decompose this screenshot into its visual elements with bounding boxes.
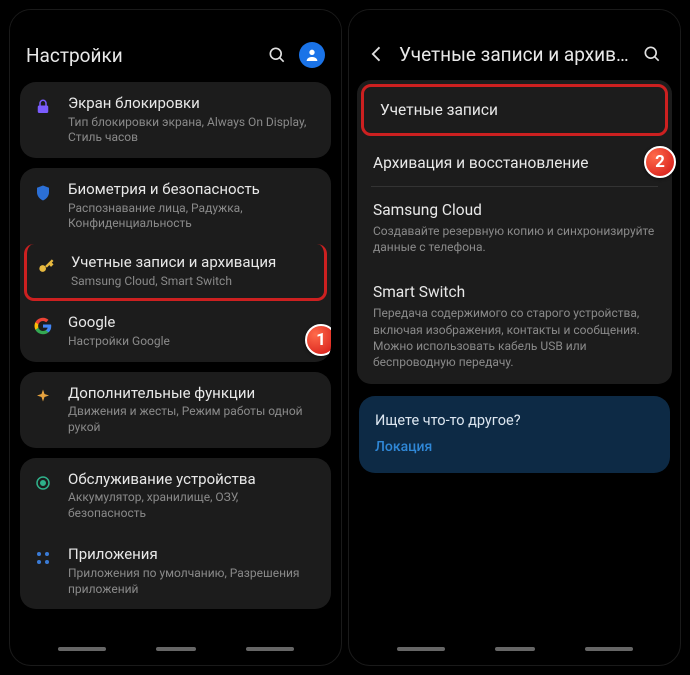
settings-group: Дополнительные функции Движения и жесты,… <box>20 372 331 448</box>
row-title: Учетные записи и архивация <box>71 253 314 272</box>
settings-row-biometrics[interactable]: Биометрия и безопасность Распознавание л… <box>20 168 331 244</box>
item-subtitle: Создавайте резервную копию и синхронизир… <box>373 223 656 255</box>
item-title: Samsung Cloud <box>373 201 656 219</box>
settings-row-apps[interactable]: Приложения Приложения по умолчанию, Разр… <box>20 533 331 609</box>
row-title: Экран блокировки <box>68 94 317 113</box>
shield-icon <box>32 182 54 204</box>
settings-list[interactable]: Экран блокировки Тип блокировки экрана, … <box>10 82 341 637</box>
row-subtitle: Тип блокировки экрана, Always On Display… <box>68 115 317 146</box>
promo-link-location[interactable]: Локация <box>375 439 654 455</box>
apps-icon <box>32 547 54 569</box>
settings-row-advanced[interactable]: Дополнительные функции Движения и жесты,… <box>20 372 331 448</box>
list-item-accounts[interactable]: Учетные записи <box>361 84 668 136</box>
accounts-list: Учетные записи Архивация и восстановлени… <box>349 80 680 473</box>
step-badge-1: 1 <box>305 324 331 356</box>
android-navbar[interactable] <box>349 637 680 665</box>
settings-row-devicecare[interactable]: Обслуживание устройства Аккумулятор, хра… <box>20 458 331 534</box>
care-icon <box>32 472 54 494</box>
row-subtitle: Движения и жесты, Режим работы одной рук… <box>68 404 317 435</box>
promo-question: Ищете что-то другое? <box>375 412 654 429</box>
status-bar <box>10 10 341 30</box>
row-title: Дополнительные функции <box>68 384 317 403</box>
list-item-backup[interactable]: Архивация и восстановление <box>357 140 672 186</box>
status-bar <box>349 10 680 30</box>
sparkle-icon <box>32 386 54 408</box>
app-bar: Учетные записи и архивац… <box>349 30 680 80</box>
list-item-samsung-cloud[interactable]: Samsung Cloud Создавайте резервную копию… <box>357 187 672 269</box>
google-icon <box>32 315 54 337</box>
back-icon[interactable] <box>365 42 389 66</box>
row-title: Обслуживание устройства <box>68 470 317 489</box>
page-title: Настройки <box>26 44 255 67</box>
settings-group: Биометрия и безопасность Распознавание л… <box>20 168 331 362</box>
settings-group: Обслуживание устройства Аккумулятор, хра… <box>20 458 331 610</box>
item-title: Smart Switch <box>373 283 656 301</box>
phone-left: Настройки Экран блокировки Тип блокировк… <box>9 9 342 666</box>
app-bar: Настройки <box>10 30 341 82</box>
phone-right: Учетные записи и архивац… Учетные записи… <box>348 9 681 666</box>
row-title: Google <box>68 313 317 332</box>
settings-group: Экран блокировки Тип блокировки экрана, … <box>20 82 331 158</box>
step-badge-2: 2 <box>644 146 676 178</box>
list-item-smart-switch[interactable]: Smart Switch Передача содержимого со ста… <box>357 269 672 384</box>
promo-card: Ищете что-то другое? Локация <box>359 396 670 473</box>
row-subtitle: Приложения по умолчанию, Разрешения прил… <box>68 566 317 597</box>
row-title: Биометрия и безопасность <box>68 180 317 199</box>
settings-row-accounts[interactable]: Учетные записи и архивация Samsung Cloud… <box>24 244 327 301</box>
dual-screenshot: Настройки Экран блокировки Тип блокировк… <box>0 0 690 675</box>
row-subtitle: Samsung Cloud, Smart Switch <box>71 274 314 290</box>
page-title: Учетные записи и архивац… <box>399 43 630 66</box>
item-title: Архивация и восстановление <box>373 154 628 172</box>
lock-icon <box>32 96 54 118</box>
settings-row-lockscreen[interactable]: Экран блокировки Тип блокировки экрана, … <box>20 82 331 158</box>
settings-row-google[interactable]: Google Настройки Google <box>20 301 331 361</box>
row-subtitle: Настройки Google <box>68 334 317 350</box>
search-icon[interactable] <box>640 42 664 66</box>
key-icon <box>35 255 57 277</box>
android-navbar[interactable] <box>10 637 341 665</box>
item-title: Учетные записи <box>380 101 649 119</box>
row-subtitle: Аккумулятор, хранилище, ОЗУ, безопасност… <box>68 490 317 521</box>
row-title: Приложения <box>68 545 317 564</box>
row-subtitle: Распознавание лица, Радужка, Конфиденциа… <box>68 201 317 232</box>
search-icon[interactable] <box>265 43 289 67</box>
item-subtitle: Передача содержимого со старого устройст… <box>373 305 656 370</box>
profile-avatar[interactable] <box>299 42 325 68</box>
